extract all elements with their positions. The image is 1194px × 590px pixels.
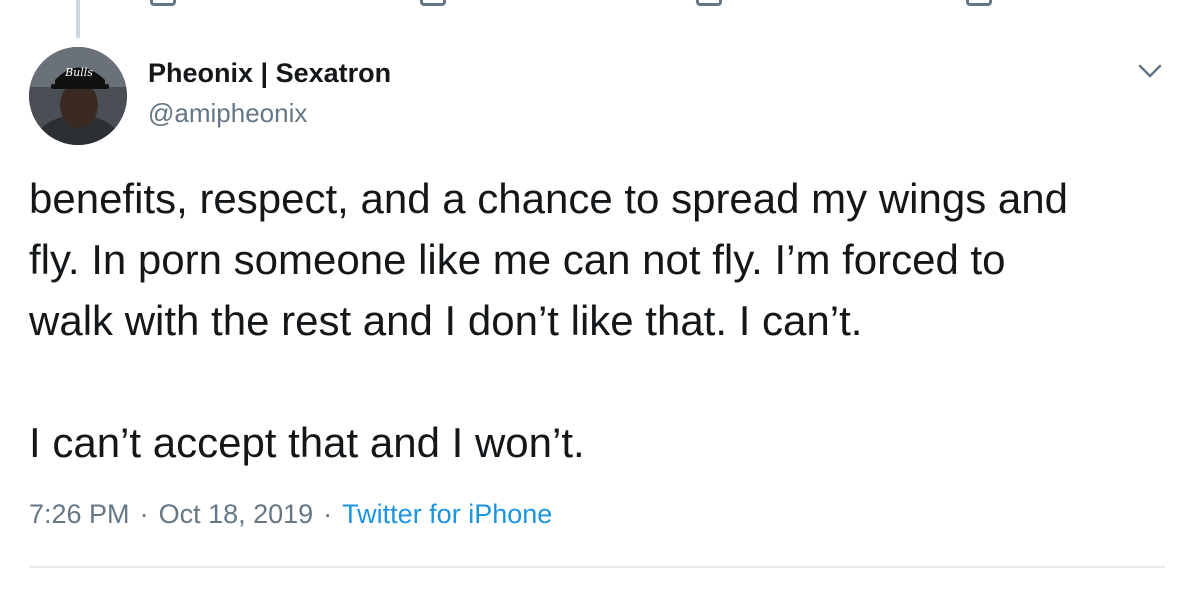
like-icon[interactable] <box>696 0 722 6</box>
avatar-image: Bulls <box>29 47 127 145</box>
retweet-icon[interactable] <box>420 0 446 6</box>
tweet-detail: Bulls Pheonix | Sexatron @amipheonix ben… <box>0 0 1194 590</box>
tweet-text-line: walk with the rest and I don’t like that… <box>29 297 863 344</box>
meta-separator: · <box>323 499 333 529</box>
avatar[interactable]: Bulls <box>29 47 127 145</box>
thread-connector-line <box>76 0 80 38</box>
tweet-text-line: fly. In porn someone like me can not fly… <box>29 236 1006 283</box>
tweet-text-line: benefits, respect, and a chance to sprea… <box>29 175 1068 222</box>
tweet-date[interactable]: Oct 18, 2019 <box>159 499 314 529</box>
author-display-name[interactable]: Pheonix | Sexatron <box>148 58 391 89</box>
more-options-button[interactable] <box>1136 60 1164 82</box>
author-handle[interactable]: @amipheonix <box>148 98 307 129</box>
meta-separator: · <box>139 499 149 529</box>
previous-tweet-actions <box>0 0 1194 8</box>
tweet-source-link[interactable]: Twitter for iPhone <box>342 499 552 529</box>
tweet-meta: 7:26 PM · Oct 18, 2019 · Twitter for iPhone <box>29 499 552 530</box>
divider <box>29 566 1165 568</box>
chevron-down-icon <box>1138 64 1162 78</box>
avatar-cap-text: Bulls <box>64 66 93 79</box>
tweet-time[interactable]: 7:26 PM <box>29 499 130 529</box>
tweet-text: benefits, respect, and a chance to sprea… <box>29 168 1169 473</box>
tweet-text-line: I can’t accept that and I won’t. <box>29 419 585 466</box>
share-icon[interactable] <box>966 0 992 6</box>
reply-icon[interactable] <box>150 0 176 6</box>
